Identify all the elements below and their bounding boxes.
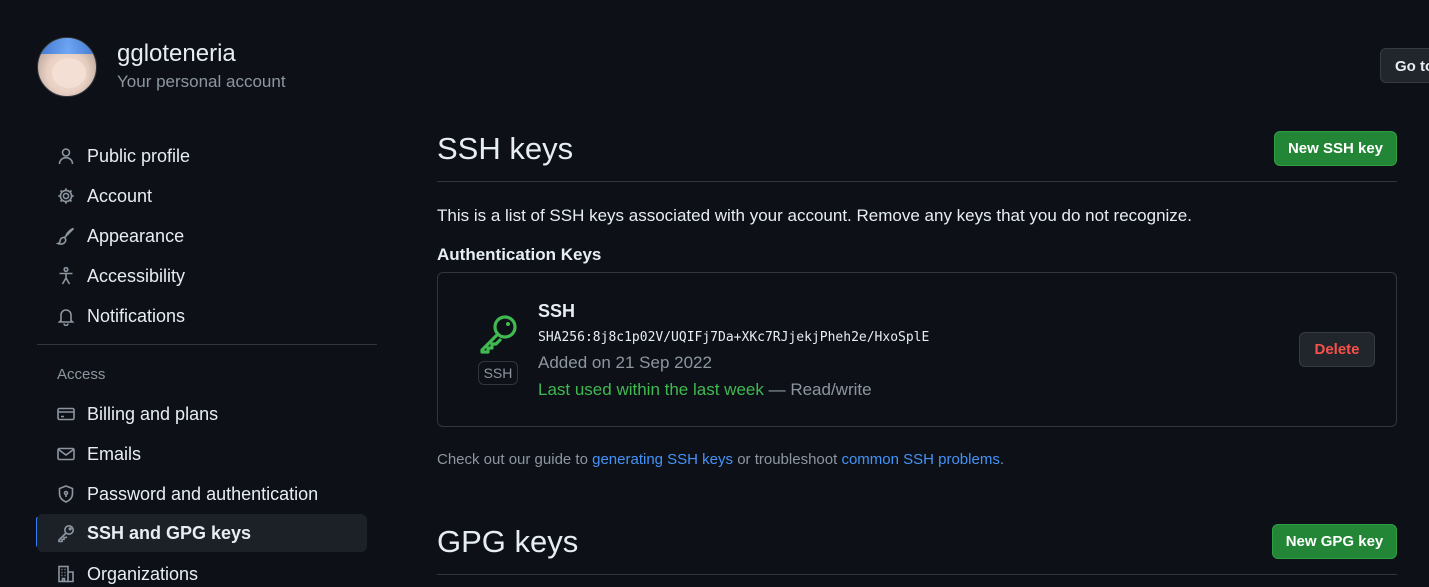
sidebar-item-label: Appearance — [87, 225, 185, 246]
sidebar-item-label: Billing and plans — [87, 403, 219, 424]
sidebar-item-label: SSH and GPG keys — [87, 522, 252, 543]
avatar-band — [38, 38, 96, 54]
guide-middle: or troubleshoot — [733, 451, 842, 468]
ssh-keys-title: SSH keys — [437, 131, 574, 166]
sidebar-item-label: Organizations — [87, 563, 199, 584]
sidebar-item-public-profile[interactable]: Public profile — [48, 137, 367, 175]
sidebar-item-billing[interactable]: Billing and plans — [48, 395, 367, 433]
account-username[interactable]: ggloteneria — [117, 40, 236, 68]
account-subtitle: Your personal account — [117, 72, 286, 91]
guide-suffix: . — [999, 451, 1004, 468]
person-icon — [56, 146, 76, 166]
sidebar-item-accessibility[interactable]: Accessibility — [48, 257, 367, 295]
sidebar-item-label: Account — [87, 185, 153, 206]
ssh-divider — [437, 181, 1397, 182]
ssh-guide-text: Check out our guide to generating SSH ke… — [437, 451, 1004, 468]
new-gpg-key-button[interactable]: New GPG key — [1272, 524, 1397, 559]
sidebar-item-account[interactable]: Account — [48, 177, 367, 215]
credit-card-icon — [56, 404, 76, 424]
key-access-level: — Read/write — [768, 380, 872, 399]
organization-icon — [56, 564, 76, 584]
sidebar-item-appearance[interactable]: Appearance — [48, 217, 367, 255]
accessibility-icon — [56, 266, 76, 286]
sidebar-item-label: Accessibility — [87, 265, 186, 286]
key-last-used-text: Last used within the last week — [538, 380, 764, 399]
key-icon — [56, 523, 76, 543]
settings-page: Go to your personal profile ggloteneria … — [0, 0, 1429, 587]
sidebar-group-label: Access — [57, 366, 106, 383]
gpg-keys-title: GPG keys — [437, 524, 579, 559]
new-ssh-key-button[interactable]: New SSH key — [1274, 131, 1397, 166]
sidebar-item-emails[interactable]: Emails — [48, 435, 367, 473]
sidebar-item-label: Emails — [87, 443, 142, 464]
sidebar-item-password[interactable]: Password and authentication — [48, 475, 367, 513]
avatar-face — [52, 58, 86, 88]
paintbrush-icon — [56, 226, 76, 246]
gpg-divider — [437, 574, 1397, 575]
key-fingerprint: SHA256:8j8c1p02V/UQIFj7Da+XKc7RJjekjPheh… — [538, 330, 930, 345]
key-name: SSH — [538, 301, 576, 321]
sidebar-item-organizations[interactable]: Organizations — [48, 555, 367, 587]
go-to-profile-button[interactable]: Go to your personal profile — [1380, 48, 1429, 83]
key-last-used: Last used within the last week — Read/wr… — [538, 380, 872, 400]
common-ssh-problems-link[interactable]: common SSH problems — [841, 451, 999, 468]
sidebar-item-ssh-gpg-keys[interactable]: SSH and GPG keys — [37, 514, 367, 552]
guide-prefix: Check out our guide to — [437, 451, 593, 468]
key-type-badge: SSH — [478, 361, 518, 385]
avatar[interactable] — [37, 37, 97, 97]
bell-icon — [56, 306, 76, 326]
shield-lock-icon — [56, 484, 76, 504]
key-icon — [478, 312, 520, 354]
gear-icon — [56, 186, 76, 206]
sidebar-item-notifications[interactable]: Notifications — [48, 297, 367, 335]
key-added-date: Added on 21 Sep 2022 — [538, 353, 712, 372]
ssh-intro-text: This is a list of SSH keys associated wi… — [437, 206, 1192, 225]
sidebar-divider — [37, 344, 377, 345]
delete-key-button[interactable]: Delete — [1299, 332, 1375, 367]
sidebar-item-label: Password and authentication — [87, 483, 319, 504]
generating-ssh-keys-link[interactable]: generating SSH keys — [592, 451, 733, 468]
ssh-key-card — [437, 272, 1397, 427]
sidebar-item-label: Public profile — [87, 145, 191, 166]
mail-icon — [56, 444, 76, 464]
sidebar-item-label: Notifications — [87, 305, 186, 326]
auth-keys-heading: Authentication Keys — [437, 245, 602, 264]
